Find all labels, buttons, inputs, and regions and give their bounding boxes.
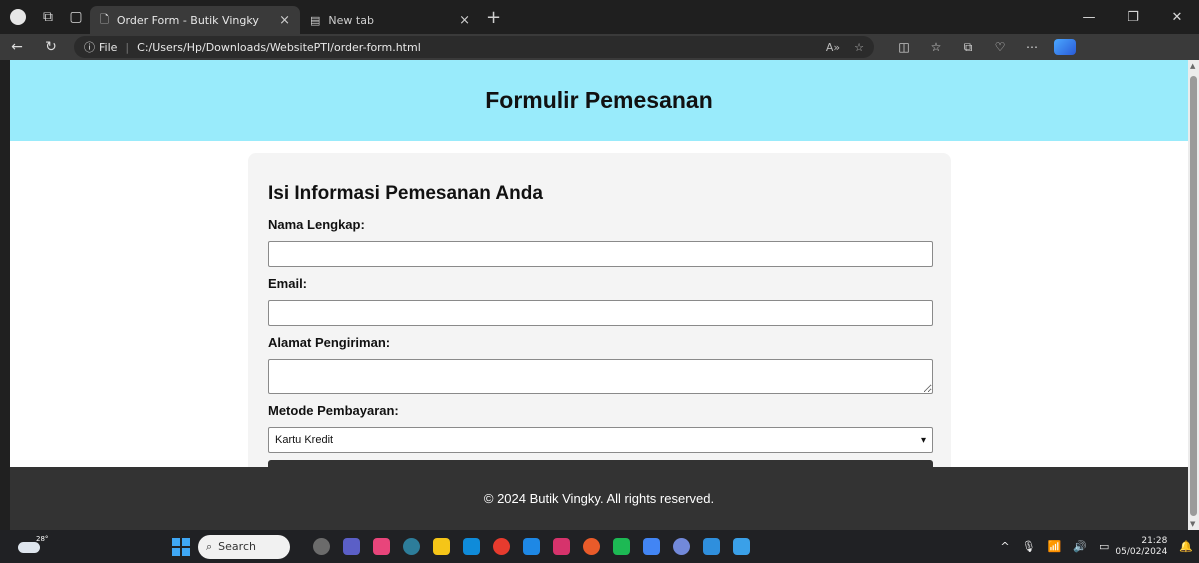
screen: ⧉ ▢ 🗋 Order Form - Butik Vingky × ▤ New … xyxy=(0,0,1199,563)
tab-close-icon[interactable]: × xyxy=(459,13,470,28)
page-title: Formulir Pemesanan xyxy=(485,87,713,113)
notification-bell-icon[interactable]: 🔔 xyxy=(1179,540,1193,553)
taskbar-app-icon[interactable] xyxy=(396,532,426,562)
browser-essentials-icon[interactable]: ♡ xyxy=(984,40,1016,55)
scroll-down-icon[interactable]: ▼ xyxy=(1190,520,1195,528)
profile-avatar-icon[interactable] xyxy=(10,9,26,25)
volume-icon[interactable]: 🔊 xyxy=(1073,540,1087,553)
taskbar-app-icon[interactable] xyxy=(726,532,756,562)
info-icon[interactable]: ⓘ xyxy=(84,39,95,55)
read-aloud-icon[interactable]: A» xyxy=(826,41,840,54)
back-arrow-icon[interactable]: ← xyxy=(0,39,34,55)
taskbar-app-icon[interactable] xyxy=(366,532,396,562)
favorites-icon[interactable]: ☆ xyxy=(920,40,952,55)
page-footer: © 2024 Butik Vingky. All rights reserved… xyxy=(10,467,1188,530)
pinned-apps xyxy=(306,532,756,562)
browser-tab-bar: ⧉ ▢ 🗋 Order Form - Butik Vingky × ▤ New … xyxy=(0,0,1199,34)
microphone-icon[interactable]: 🎙 xyxy=(1022,540,1036,553)
footer-copyright: © 2024 Butik Vingky. All rights reserved… xyxy=(483,491,715,506)
new-tab-button[interactable]: + xyxy=(486,7,501,28)
temperature: 28° xyxy=(36,534,49,543)
address-label: Alamat Pengiriman: xyxy=(268,335,391,350)
shipping-address-textarea[interactable] xyxy=(268,359,933,394)
minimize-icon[interactable]: — xyxy=(1067,0,1111,34)
weather-widget[interactable]: 28° xyxy=(12,532,52,562)
order-form: Isi Informasi Pemesanan Anda Nama Lengka… xyxy=(248,153,951,493)
tab-new-tab[interactable]: ▤ New tab × xyxy=(300,6,480,34)
more-menu-icon[interactable]: ⋯ xyxy=(1016,40,1048,55)
tab-order-form[interactable]: 🗋 Order Form - Butik Vingky × xyxy=(90,6,300,34)
wifi-icon[interactable]: 📶 xyxy=(1048,540,1062,553)
page-icon: 🗋 xyxy=(100,12,109,26)
collections-icon[interactable]: ⧉ xyxy=(952,40,984,55)
window-controls: — ❐ ✕ xyxy=(1067,0,1199,34)
scroll-up-icon[interactable]: ▲ xyxy=(1190,62,1195,70)
taskbar-app-icon[interactable] xyxy=(696,532,726,562)
taskbar-search[interactable]: ⌕ Search xyxy=(198,534,290,559)
new-tab-page-icon: ▤ xyxy=(310,13,321,27)
page-header: Formulir Pemesanan xyxy=(10,60,1188,141)
time: 21:28 xyxy=(1141,535,1168,546)
refresh-icon[interactable]: ↻ xyxy=(34,39,68,55)
full-name-input[interactable] xyxy=(268,241,933,267)
search-icon: ⌕ xyxy=(206,539,213,553)
page-viewport: Formulir Pemesanan Isi Informasi Pemesan… xyxy=(10,60,1188,530)
taskbar-app-icon[interactable] xyxy=(576,532,606,562)
search-placeholder: Search xyxy=(218,540,256,553)
taskbar-app-icon[interactable] xyxy=(516,532,546,562)
taskbar-app-icon[interactable] xyxy=(546,532,576,562)
taskbar-app-icon[interactable] xyxy=(456,532,486,562)
taskbar-app-icon[interactable] xyxy=(306,532,336,562)
payment-selected-value: Kartu Kredit xyxy=(275,434,334,446)
taskbar-app-icon[interactable] xyxy=(486,532,516,562)
email-input[interactable] xyxy=(268,300,933,326)
taskbar-app-icon[interactable] xyxy=(336,532,366,562)
page-scrollbar[interactable]: ▲ ▼ xyxy=(1188,60,1199,530)
name-label: Nama Lengkap: xyxy=(268,217,365,232)
show-hidden-icons-icon[interactable]: ^ xyxy=(1000,540,1009,553)
taskbar-app-icon[interactable] xyxy=(606,532,636,562)
cloud-icon xyxy=(18,541,40,553)
tab-actions-icon[interactable]: ▢ xyxy=(62,3,90,31)
system-tray: ^ 🎙 📶 🔊 ▭ 21:28 05/02/2024 🔔 xyxy=(994,530,1199,563)
url-input[interactable]: ⓘ File | C:/Users/Hp/Downloads/WebsitePT… xyxy=(74,36,874,58)
taskbar-app-icon[interactable] xyxy=(426,532,456,562)
favorite-star-icon[interactable]: ☆ xyxy=(854,41,864,54)
taskbar-app-icon[interactable] xyxy=(666,532,696,562)
email-label: Email: xyxy=(268,276,308,291)
battery-icon[interactable]: ▭ xyxy=(1099,540,1109,553)
toolbar: ◫ ☆ ⧉ ♡ ⋯ xyxy=(888,40,1048,55)
workspaces-icon[interactable]: ⧉ xyxy=(34,3,62,31)
taskbar-app-icon[interactable] xyxy=(636,532,666,562)
clock[interactable]: 21:28 05/02/2024 xyxy=(1115,536,1167,558)
chevron-down-icon: ▾ xyxy=(920,434,926,446)
windows-taskbar: 28° ⌕ Search ^ 🎙 📶 🔊 ▭ 21:28 05/02/2024 … xyxy=(0,530,1199,563)
address-bar-row: ← ↻ ⓘ File | C:/Users/Hp/Downloads/Websi… xyxy=(0,34,1199,60)
url-separator: | xyxy=(125,40,130,54)
close-window-icon[interactable]: ✕ xyxy=(1155,0,1199,34)
url-text: C:/Users/Hp/Downloads/WebsitePTI/order-f… xyxy=(137,40,421,54)
payment-label: Metode Pembayaran: xyxy=(268,403,399,418)
scroll-thumb[interactable] xyxy=(1190,76,1197,516)
date: 05/02/2024 xyxy=(1115,546,1168,557)
restore-icon[interactable]: ❐ xyxy=(1111,0,1155,34)
url-scheme: File xyxy=(99,40,118,54)
payment-method-select[interactable]: Kartu Kredit ▾ xyxy=(268,427,933,453)
tab-close-icon[interactable]: × xyxy=(279,13,290,28)
copilot-icon[interactable] xyxy=(1054,39,1076,55)
start-button-icon[interactable] xyxy=(172,537,190,556)
form-heading: Isi Informasi Pemesanan Anda xyxy=(268,183,543,204)
tab-label: Order Form - Butik Vingky xyxy=(116,13,259,27)
tab-label: New tab xyxy=(328,13,374,27)
split-screen-icon[interactable]: ◫ xyxy=(888,40,920,55)
